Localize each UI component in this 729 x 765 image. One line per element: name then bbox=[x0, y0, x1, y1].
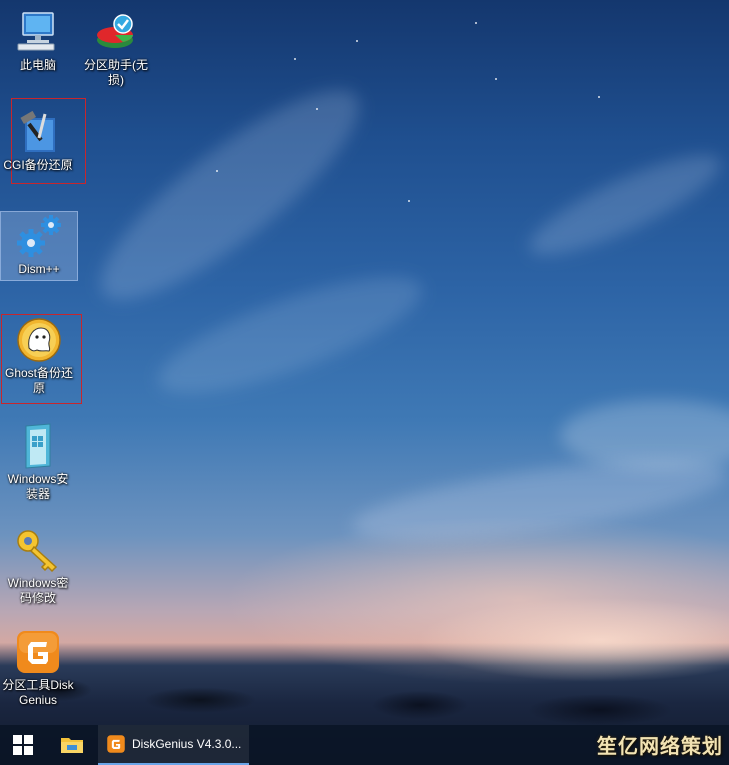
star bbox=[408, 200, 410, 202]
computer-icon bbox=[14, 8, 62, 56]
desktop-icon-windows-password[interactable]: Windows密码修改 bbox=[0, 526, 76, 606]
desktop-icon-label: 此电脑 bbox=[19, 58, 56, 72]
ghost-icon bbox=[15, 316, 63, 364]
file-explorer-icon bbox=[61, 738, 83, 753]
partition-assistant-icon bbox=[92, 8, 140, 56]
start-button[interactable] bbox=[0, 725, 46, 765]
watermark: 笙亿网络策划 bbox=[597, 734, 723, 758]
desktop-icon-cgi-backup[interactable]: CGI备份还原 bbox=[0, 108, 76, 173]
star bbox=[598, 96, 600, 98]
diskgenius-icon bbox=[14, 628, 62, 676]
windows-start-icon bbox=[13, 735, 33, 755]
desktop-icon-label: 分区工具DiskGenius bbox=[2, 678, 74, 707]
star bbox=[316, 108, 318, 110]
desktop-icon-label: Windows密码修改 bbox=[7, 576, 69, 605]
star bbox=[475, 22, 477, 24]
desktop-icon-dism[interactable]: Dism++ bbox=[0, 211, 78, 281]
desktop-icon-diskgenius[interactable]: 分区工具DiskGenius bbox=[0, 628, 76, 708]
desktop-icon-label: Dism++ bbox=[18, 262, 60, 276]
taskbar-file-explorer[interactable] bbox=[46, 725, 98, 765]
desktop: 此电脑 分区助手(无损) CGI备份还原 Dism++ Ghost备份还原 Wi… bbox=[0, 0, 729, 765]
star bbox=[495, 78, 497, 80]
desktop-icon-label: Windows安装器 bbox=[7, 472, 69, 501]
diskgenius-icon bbox=[107, 735, 125, 753]
gears-icon bbox=[15, 212, 63, 260]
taskbar-app-diskgenius[interactable]: DiskGenius V4.3.0... bbox=[98, 725, 250, 765]
desktop-icon-label: CGI备份还原 bbox=[3, 158, 73, 172]
desktop-icon-windows-installer[interactable]: Windows安装器 bbox=[0, 422, 76, 502]
cgi-backup-icon bbox=[14, 108, 62, 156]
cloud bbox=[146, 254, 434, 416]
cloud bbox=[560, 400, 729, 470]
key-icon bbox=[14, 526, 62, 574]
desktop-icon-ghost-backup[interactable]: Ghost备份还原 bbox=[1, 316, 77, 396]
star bbox=[356, 40, 358, 42]
wallpaper-rocks bbox=[0, 660, 729, 730]
desktop-icon-label: Ghost备份还原 bbox=[4, 366, 74, 395]
taskbar-app-label: DiskGenius V4.3.0... bbox=[132, 737, 242, 751]
windows-installer-icon bbox=[14, 422, 62, 470]
star bbox=[216, 170, 218, 172]
desktop-icon-partition-assistant[interactable]: 分区助手(无损) bbox=[78, 8, 154, 88]
desktop-icon-label: 分区助手(无损) bbox=[84, 58, 148, 87]
cloud bbox=[519, 137, 729, 273]
desktop-icon-this-pc[interactable]: 此电脑 bbox=[0, 8, 76, 73]
star bbox=[294, 58, 296, 60]
